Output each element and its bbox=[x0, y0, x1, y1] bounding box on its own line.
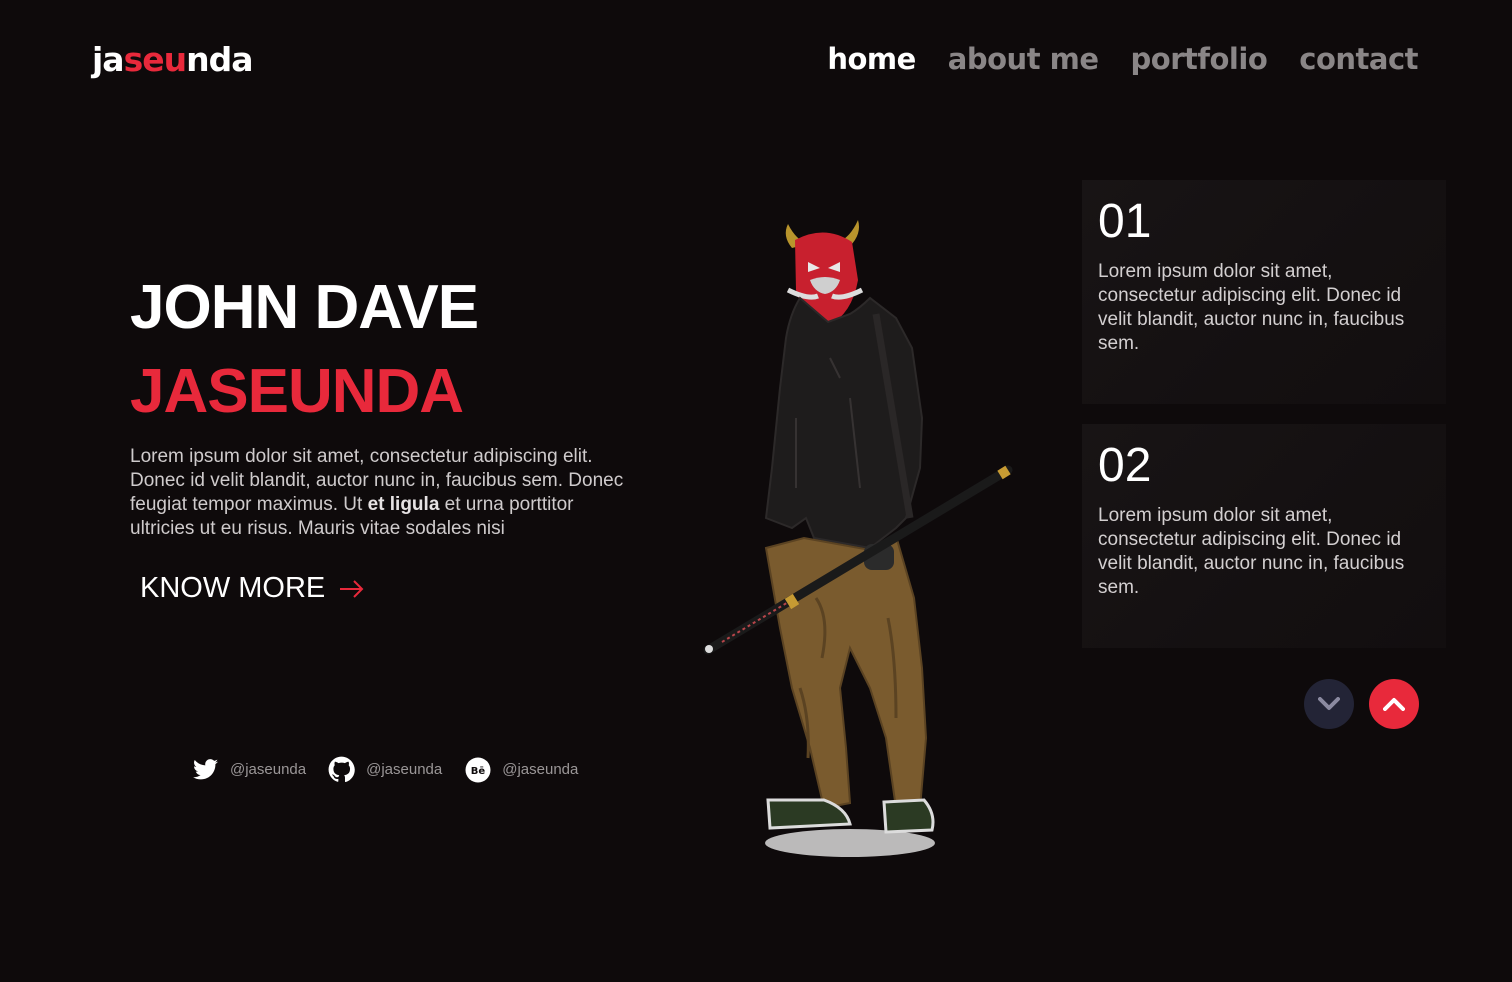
feature-card-1: 01 Lorem ipsum dolor sit amet, consectet… bbox=[1082, 180, 1446, 404]
hero-description: Lorem ipsum dolor sit amet, consectetur … bbox=[130, 445, 635, 541]
logo-part-2: seu bbox=[123, 40, 188, 79]
scroll-up-button[interactable] bbox=[1369, 679, 1419, 729]
twitter-icon bbox=[192, 756, 219, 783]
chevron-up-icon bbox=[1383, 698, 1405, 711]
hero-last-name: JASEUNDA bbox=[130, 357, 464, 426]
feature-card-2: 02 Lorem ipsum dolor sit amet, consectet… bbox=[1082, 424, 1446, 648]
card-text: Lorem ipsum dolor sit amet, consectetur … bbox=[1098, 261, 1405, 354]
behance-icon: Bē bbox=[464, 756, 491, 783]
github-icon bbox=[328, 756, 355, 783]
nav-item-portfolio[interactable]: portfolio bbox=[1131, 42, 1268, 76]
know-more-label: KNOW MORE bbox=[140, 572, 326, 604]
social-github[interactable]: @jaseunda bbox=[328, 756, 442, 783]
social-behance[interactable]: Bē @jaseunda bbox=[464, 756, 578, 783]
know-more-button[interactable]: KNOW MORE bbox=[140, 572, 365, 605]
behance-handle: @jaseunda bbox=[502, 761, 579, 778]
card-number: 01 bbox=[1098, 195, 1152, 248]
nav-item-home[interactable]: home bbox=[827, 42, 916, 76]
chevron-down-icon bbox=[1318, 697, 1340, 710]
logo-part-1: ja bbox=[92, 40, 125, 79]
character-illustration bbox=[703, 220, 1013, 857]
arrow-right-icon bbox=[340, 579, 364, 598]
logo-part-3: nda bbox=[186, 40, 253, 79]
github-handle: @jaseunda bbox=[366, 761, 443, 778]
social-twitter[interactable]: @jaseunda bbox=[192, 756, 306, 783]
social-links: @jaseunda @jaseunda Bē @jaseunda bbox=[192, 756, 578, 783]
twitter-handle: @jaseunda bbox=[230, 761, 307, 778]
nav-item-contact[interactable]: contact bbox=[1299, 42, 1418, 76]
scroll-down-button[interactable] bbox=[1304, 679, 1354, 729]
card-number: 02 bbox=[1098, 439, 1152, 492]
nav-item-about-me[interactable]: about me bbox=[948, 42, 1099, 76]
svg-text:Bē: Bē bbox=[471, 766, 486, 777]
hero-first-name: JOHN DAVE bbox=[130, 273, 479, 342]
logo[interactable]: jaseunda bbox=[92, 40, 254, 79]
hero-description-bold: et ligula bbox=[367, 494, 440, 515]
card-text: Lorem ipsum dolor sit amet, consectetur … bbox=[1098, 505, 1405, 598]
page: jaseunda home about me portfolio contact… bbox=[0, 0, 1512, 982]
main-nav: home about me portfolio contact bbox=[827, 42, 1418, 76]
